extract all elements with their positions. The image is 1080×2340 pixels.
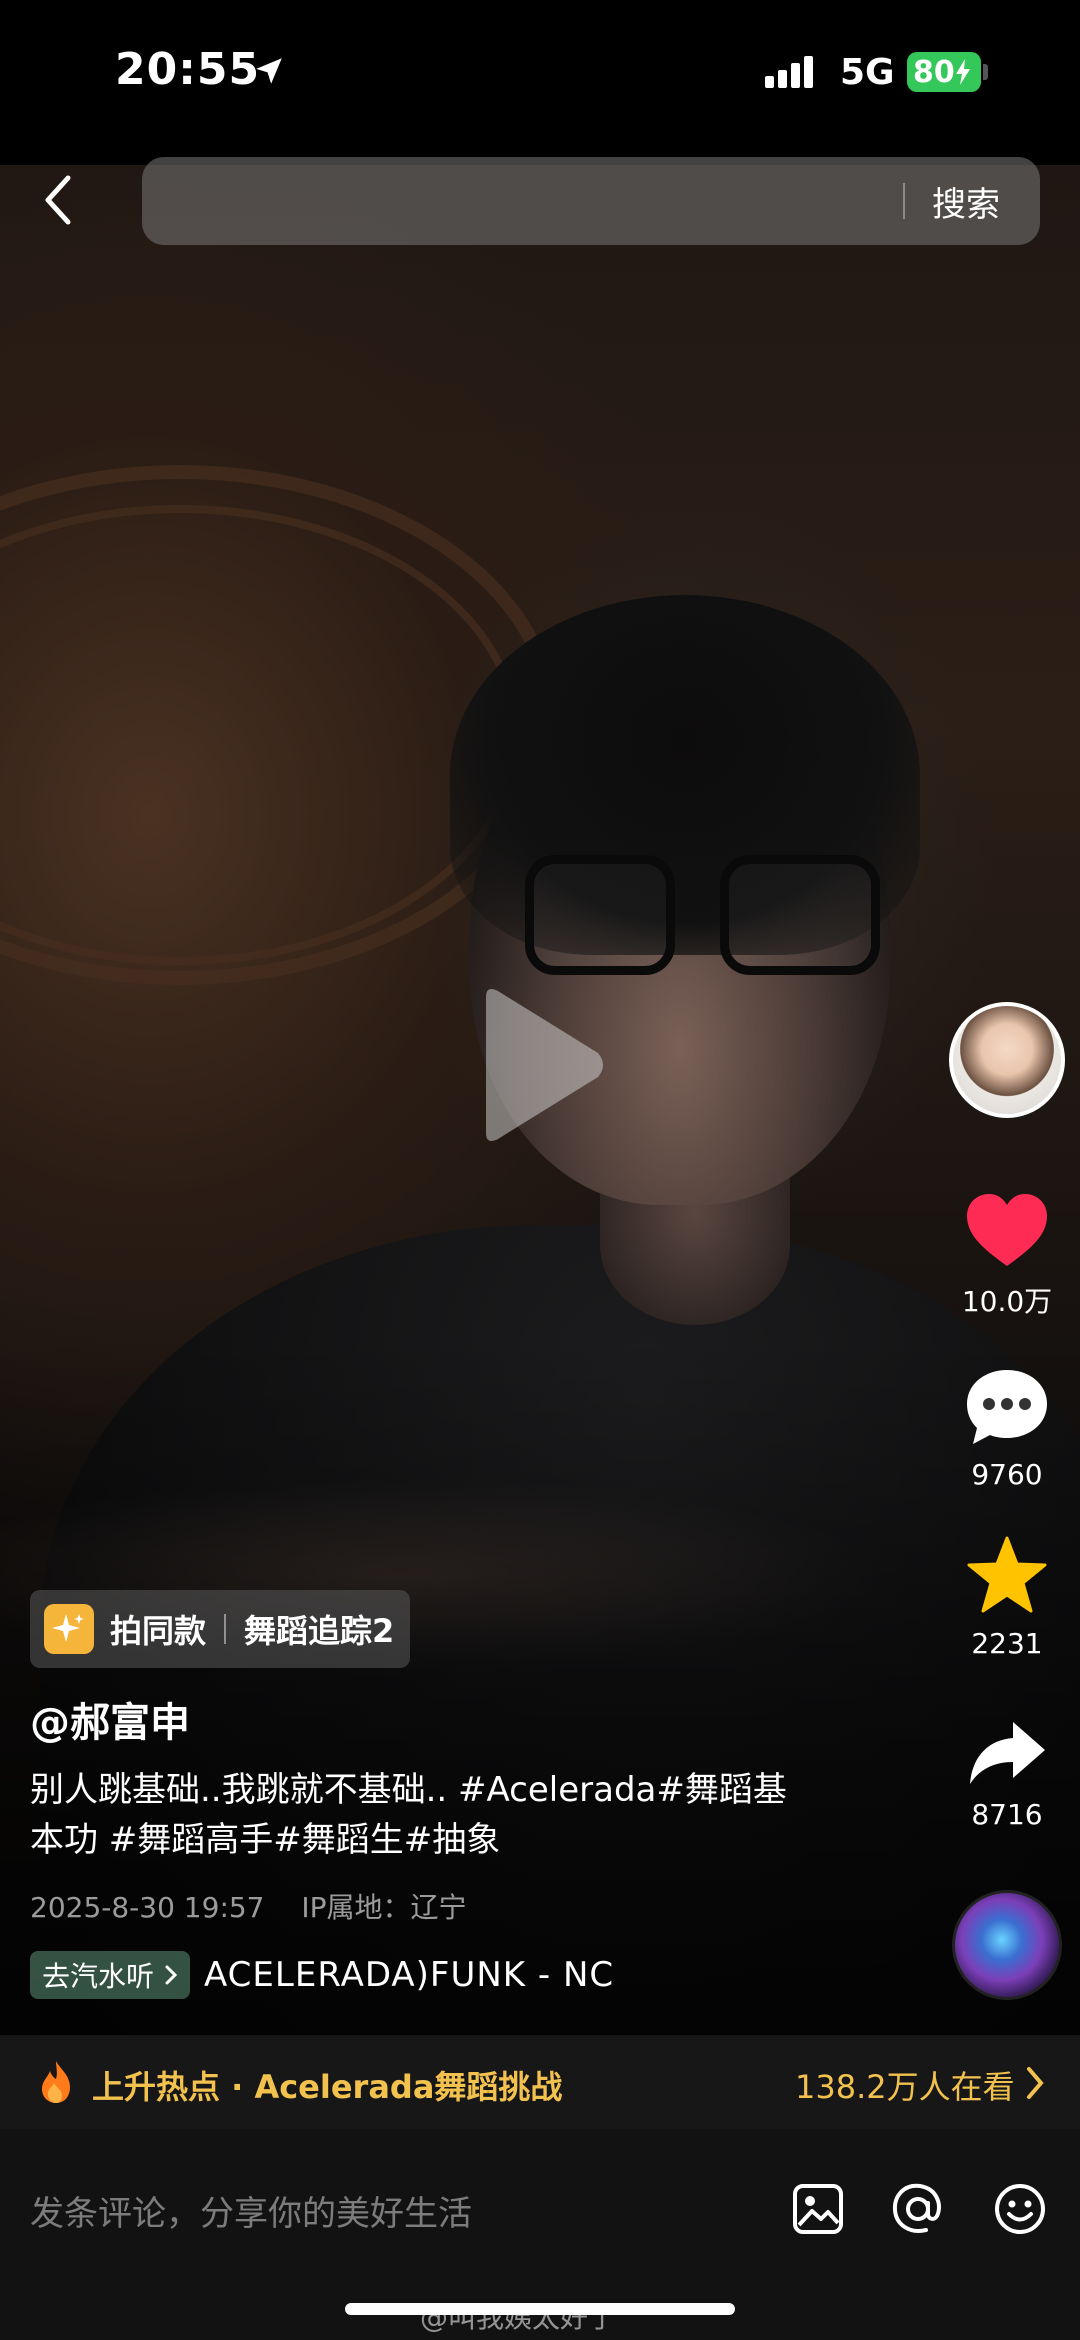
favorite-count: 2231	[971, 1627, 1043, 1660]
location-arrow-icon	[256, 58, 282, 84]
post-meta: 2025-8-30 19:57 IP属地：辽宁	[30, 1886, 495, 1926]
like-button[interactable]: 10.0万	[940, 1192, 1074, 1320]
ip-location: IP属地：辽宁	[301, 1891, 467, 1924]
star-icon	[967, 1536, 1047, 1613]
search-input[interactable]	[162, 157, 902, 245]
emoji-smiley-icon[interactable]	[992, 2181, 1048, 2237]
battery-level: 80	[913, 54, 955, 90]
search-divider	[903, 183, 905, 219]
back-chevron-icon[interactable]	[36, 170, 80, 230]
chevron-right-icon	[165, 1965, 178, 1985]
author-avatar[interactable]	[949, 1002, 1065, 1118]
heart-icon	[967, 1194, 1047, 1266]
play-icon[interactable]	[472, 985, 608, 1145]
share-count: 8716	[971, 1798, 1043, 1831]
fire-icon	[42, 2061, 70, 2103]
post-description: 别人跳基础..我跳就不基础.. #Acelerada#舞蹈基 本功 #舞蹈高手#…	[30, 1765, 850, 1865]
search-button[interactable]: 搜索	[932, 177, 1000, 226]
battery-tip	[983, 64, 988, 80]
comment-count: 9760	[971, 1458, 1043, 1491]
listen-label: 去汽水听	[42, 1960, 155, 1993]
chevron-right-icon	[1027, 2067, 1044, 2099]
listen-on-qishui-button[interactable]: 去汽水听	[30, 1951, 191, 1999]
glasses-lens	[720, 855, 880, 975]
shoot-same-label: 拍同款	[110, 1612, 207, 1650]
post-date: 2025-8-30 19:57	[30, 1891, 265, 1924]
comment-bubble-icon	[967, 1370, 1047, 1444]
shoot-same-style-chip[interactable]: 拍同款 舞蹈追踪2	[30, 1590, 411, 1668]
glasses-lens	[525, 855, 675, 975]
hot-topic-title: 上升热点 · Acelerada舞蹈挑战	[92, 2068, 563, 2106]
at-mention-icon[interactable]	[890, 2181, 946, 2237]
effect-tag: 舞蹈追踪2	[244, 1612, 395, 1650]
comment-button[interactable]: 9760	[940, 1368, 1074, 1491]
favorite-button[interactable]: 2231	[940, 1535, 1074, 1660]
charging-bolt-icon	[955, 59, 970, 85]
status-bar: 20:55 5G 80	[0, 0, 1080, 150]
image-icon[interactable]	[790, 2181, 846, 2237]
music-title[interactable]: ACELERADA)FUNK - NC	[204, 1955, 624, 1995]
chip-divider	[224, 1614, 227, 1644]
author-name[interactable]: @郝富申	[30, 1690, 190, 1748]
comment-input[interactable]	[30, 2179, 750, 2249]
search-bar: 搜索	[142, 157, 1040, 245]
music-row: 去汽水听 ACELERADA)FUNK - NC	[30, 1950, 624, 2000]
battery-indicator: 80	[907, 52, 981, 92]
share-button[interactable]: 8716	[940, 1718, 1074, 1831]
hot-topic-bar[interactable]: 上升热点 · Acelerada舞蹈挑战 138.2万人在看	[0, 2035, 1080, 2129]
watermark: @叫我姨太好了	[420, 2301, 617, 2334]
share-arrow-icon	[970, 1722, 1045, 1784]
cellular-signal-icon	[765, 56, 813, 88]
sparkle-icon	[44, 1604, 94, 1654]
hot-topic-viewers: 138.2万人在看	[795, 2068, 1015, 2106]
music-disc[interactable]	[952, 1890, 1062, 2000]
description-line: 别人跳基础..我跳就不基础.. #Acelerada#舞蹈基	[30, 1770, 787, 1810]
like-count: 10.0万	[961, 1285, 1053, 1318]
status-time: 20:55	[115, 44, 261, 95]
network-type: 5G	[840, 52, 895, 93]
description-line: 本功 #舞蹈高手#舞蹈生#抽象	[30, 1820, 501, 1860]
bottom-gradient	[0, 1335, 1080, 2035]
